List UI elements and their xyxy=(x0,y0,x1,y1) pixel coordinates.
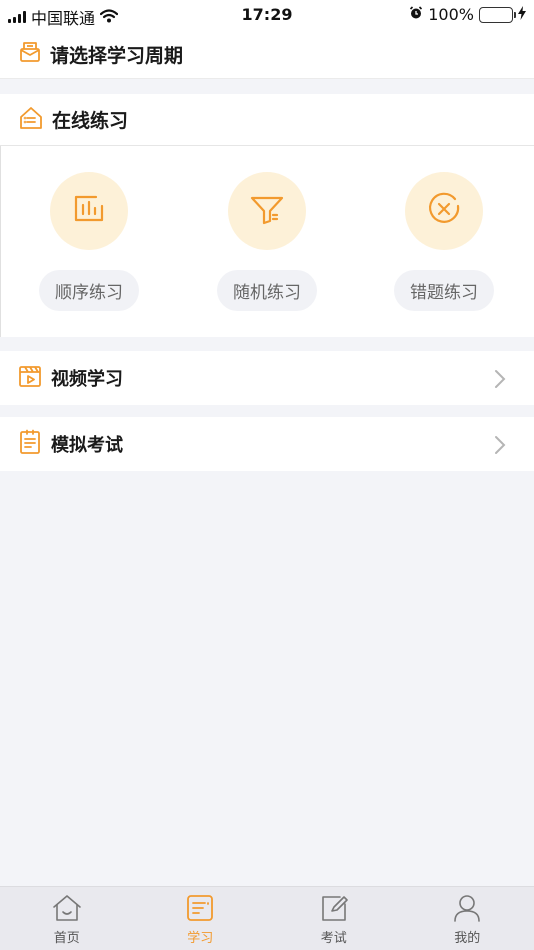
sequence-practice-button[interactable]: 顺序练习 xyxy=(39,270,139,311)
alarm-icon xyxy=(409,5,423,24)
battery-icon xyxy=(479,6,516,23)
wrong-practice-badge xyxy=(405,172,483,250)
chevron-right-icon xyxy=(494,435,506,459)
online-practice-title: 在线练习 xyxy=(52,110,129,132)
random-practice[interactable]: 随机练习 xyxy=(212,172,322,311)
exam-edit-icon xyxy=(320,894,348,926)
chevron-right-icon xyxy=(494,369,506,393)
bottom-tab-bar: 首页 学习 考试 我的 xyxy=(0,886,534,950)
study-period-icon xyxy=(18,40,42,68)
battery-percent: 100% xyxy=(428,5,474,24)
clipboard-list-icon xyxy=(18,429,42,459)
sequence-practice-badge xyxy=(50,172,128,250)
sequence-practice[interactable]: 顺序练习 xyxy=(34,172,144,311)
video-clapper-icon xyxy=(18,364,42,392)
random-practice-button[interactable]: 随机练习 xyxy=(217,270,317,311)
tab-study-label: 学习 xyxy=(187,931,214,946)
home-icon xyxy=(52,894,82,926)
random-practice-badge xyxy=(228,172,306,250)
study-period-selector[interactable]: 请选择学习周期 xyxy=(0,30,534,79)
mock-exam-label: 模拟考试 xyxy=(51,435,123,456)
video-study-label: 视频学习 xyxy=(51,369,123,390)
tab-exam[interactable]: 考试 xyxy=(267,887,401,950)
wrong-practice-button[interactable]: 错题练习 xyxy=(394,270,494,311)
online-practice-header: 在线练习 xyxy=(0,94,534,146)
status-bar: 中国联通 17:29 100% xyxy=(0,0,534,30)
tab-home[interactable]: 首页 xyxy=(0,887,134,950)
wrong-question-practice[interactable]: 错题练习 xyxy=(389,172,499,311)
video-study-row[interactable]: 视频学习 xyxy=(0,351,534,405)
mock-exam-row[interactable]: 模拟考试 xyxy=(0,417,534,471)
filter-funnel-icon xyxy=(249,192,285,230)
tab-profile-label: 我的 xyxy=(454,931,481,946)
sequence-chart-icon xyxy=(72,192,106,230)
practice-options: 顺序练习 随机练习 错题练习 xyxy=(0,146,534,337)
study-icon xyxy=(186,894,214,926)
tab-study[interactable]: 学习 xyxy=(134,887,268,950)
tab-exam-label: 考试 xyxy=(320,931,347,946)
tab-home-label: 首页 xyxy=(53,931,80,946)
tab-profile[interactable]: 我的 xyxy=(401,887,534,950)
study-period-label: 请选择学习周期 xyxy=(50,44,184,67)
home-list-icon xyxy=(18,105,44,135)
status-right: 100% xyxy=(409,5,526,24)
charging-icon xyxy=(518,5,526,24)
profile-icon xyxy=(453,894,481,926)
wrong-x-circle-icon xyxy=(426,191,462,231)
online-practice-card: 在线练习 顺序练习 随机练习 错题练习 xyxy=(0,94,534,337)
